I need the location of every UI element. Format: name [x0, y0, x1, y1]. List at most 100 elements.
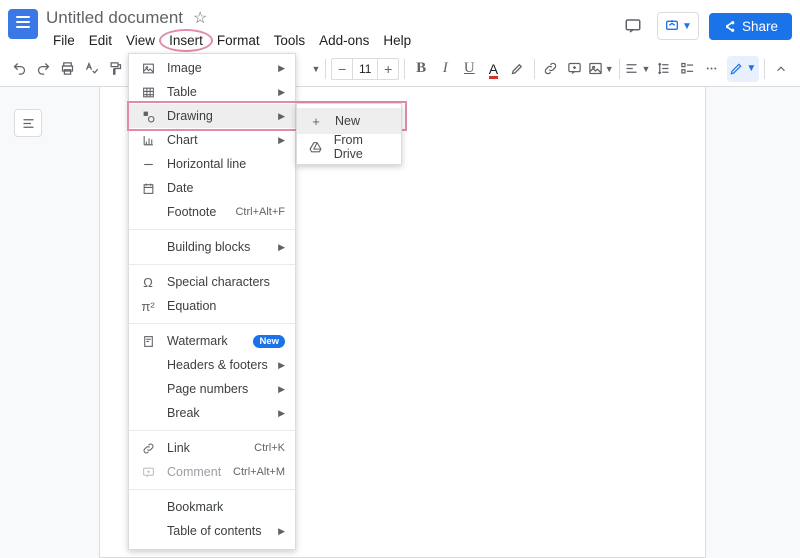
horizontal-line-icon — [139, 158, 157, 171]
menu-label: New — [335, 114, 360, 128]
separator — [764, 59, 765, 79]
shortcut-label: Ctrl+Alt+F — [235, 206, 285, 218]
omega-icon: Ω — [139, 275, 157, 290]
menu-label: Special characters — [167, 275, 270, 289]
insert-headers-footers[interactable]: Headers & footers ▶ — [129, 353, 295, 377]
separator — [325, 59, 326, 79]
drawing-icon — [139, 110, 157, 123]
link-icon — [139, 442, 157, 455]
font-size-decrease[interactable]: − — [332, 61, 352, 77]
menu-label: Break — [167, 406, 200, 420]
top-actions: ▼ Share — [619, 8, 792, 40]
italic-button[interactable]: I — [434, 56, 456, 82]
shortcut-label: Ctrl+Alt+M — [233, 466, 285, 478]
font-size-increase[interactable]: + — [378, 61, 398, 77]
docs-logo[interactable] — [8, 9, 38, 39]
spellcheck-button[interactable] — [80, 56, 102, 82]
star-icon[interactable]: ☆ — [193, 8, 207, 28]
line-spacing-button[interactable] — [652, 56, 674, 82]
editing-mode-button[interactable]: ▼ — [727, 56, 759, 82]
caret-down-icon: ▼ — [682, 21, 692, 32]
insert-date[interactable]: Date — [129, 176, 295, 200]
menu-edit[interactable]: Edit — [82, 30, 119, 51]
submenu-arrow-icon: ▶ — [278, 526, 285, 537]
menu-format[interactable]: Format — [210, 30, 267, 51]
menu-view[interactable]: View — [119, 30, 162, 51]
menu-label: From Drive — [334, 133, 391, 161]
comments-history-icon[interactable] — [619, 12, 647, 40]
submenu-arrow-icon: ▶ — [278, 87, 285, 98]
menu-bar: File Edit View Insert Format Tools Add-o… — [46, 30, 619, 51]
undo-button[interactable] — [8, 56, 30, 82]
font-size-control[interactable]: − 11 + — [331, 58, 399, 80]
menu-label: Comment — [167, 465, 221, 479]
menu-separator — [129, 489, 295, 490]
insert-menu: Image ▶ Table ▶ Drawing ▶ Chart ▶ Horizo… — [128, 53, 296, 550]
right-gutter — [748, 87, 800, 558]
insert-table-of-contents[interactable]: Table of contents ▶ — [129, 519, 295, 543]
styles-caret[interactable]: ▼ — [311, 64, 320, 74]
insert-image-button[interactable]: ▼ — [588, 56, 614, 82]
image-icon — [139, 62, 157, 75]
menu-label: Image — [167, 61, 202, 75]
more-button[interactable] — [701, 56, 723, 82]
insert-page-numbers[interactable]: Page numbers ▶ — [129, 377, 295, 401]
menu-label: Watermark — [167, 334, 228, 348]
redo-button[interactable] — [32, 56, 54, 82]
menu-tools[interactable]: Tools — [267, 30, 313, 51]
highlight-button[interactable] — [507, 56, 529, 82]
separator — [619, 59, 620, 79]
insert-footnote[interactable]: Footnote Ctrl+Alt+F — [129, 200, 295, 224]
hide-menus-button[interactable] — [770, 56, 792, 82]
outline-toggle[interactable] — [14, 109, 42, 137]
checklist-button[interactable] — [676, 56, 698, 82]
bold-button[interactable]: B — [410, 56, 432, 82]
underline-button[interactable]: U — [458, 56, 480, 82]
watermark-icon — [139, 335, 157, 348]
menu-label: Bookmark — [167, 500, 223, 514]
submenu-arrow-icon: ▶ — [278, 111, 285, 122]
insert-special-characters[interactable]: Ω Special characters — [129, 270, 295, 294]
text-color-button[interactable]: A — [482, 56, 504, 82]
menu-file[interactable]: File — [46, 30, 82, 51]
menu-label: Building blocks — [167, 240, 250, 254]
insert-building-blocks[interactable]: Building blocks ▶ — [129, 235, 295, 259]
drawing-new[interactable]: + New — [297, 108, 401, 134]
align-button[interactable]: ▼ — [624, 56, 650, 82]
menu-insert[interactable]: Insert — [162, 30, 210, 51]
font-size-value[interactable]: 11 — [352, 59, 378, 79]
menu-help[interactable]: Help — [376, 30, 418, 51]
insert-table[interactable]: Table ▶ — [129, 80, 295, 104]
insert-drawing[interactable]: Drawing ▶ — [129, 104, 295, 128]
menu-label: Table of contents — [167, 524, 262, 538]
present-button[interactable]: ▼ — [657, 12, 699, 40]
document-title[interactable]: Untitled document — [46, 8, 183, 28]
share-label: Share — [742, 19, 778, 34]
insert-break[interactable]: Break ▶ — [129, 401, 295, 425]
insert-equation[interactable]: π² Equation — [129, 294, 295, 318]
submenu-arrow-icon: ▶ — [278, 135, 285, 146]
print-button[interactable] — [56, 56, 78, 82]
caret-down-icon: ▼ — [746, 63, 756, 74]
insert-comment-button[interactable] — [564, 56, 586, 82]
menu-label: Drawing — [167, 109, 213, 123]
insert-link[interactable]: Link Ctrl+K — [129, 436, 295, 460]
submenu-arrow-icon: ▶ — [278, 408, 285, 419]
insert-chart[interactable]: Chart ▶ — [129, 128, 295, 152]
titlebar: Untitled document ☆ File Edit View Inser… — [46, 8, 619, 51]
separator — [404, 59, 405, 79]
insert-link-button[interactable] — [539, 56, 561, 82]
menu-addons[interactable]: Add-ons — [312, 30, 376, 51]
drawing-from-drive[interactable]: From Drive — [297, 134, 401, 160]
insert-image[interactable]: Image ▶ — [129, 56, 295, 80]
insert-watermark[interactable]: Watermark New — [129, 329, 295, 353]
pi-icon: π² — [139, 299, 157, 314]
insert-bookmark[interactable]: Bookmark — [129, 495, 295, 519]
paint-format-button[interactable] — [104, 56, 126, 82]
chart-icon — [139, 134, 157, 147]
insert-horizontal-line[interactable]: Horizontal line — [129, 152, 295, 176]
menu-separator — [129, 264, 295, 265]
menu-separator — [129, 323, 295, 324]
submenu-arrow-icon: ▶ — [278, 360, 285, 371]
share-button[interactable]: Share — [709, 13, 792, 40]
